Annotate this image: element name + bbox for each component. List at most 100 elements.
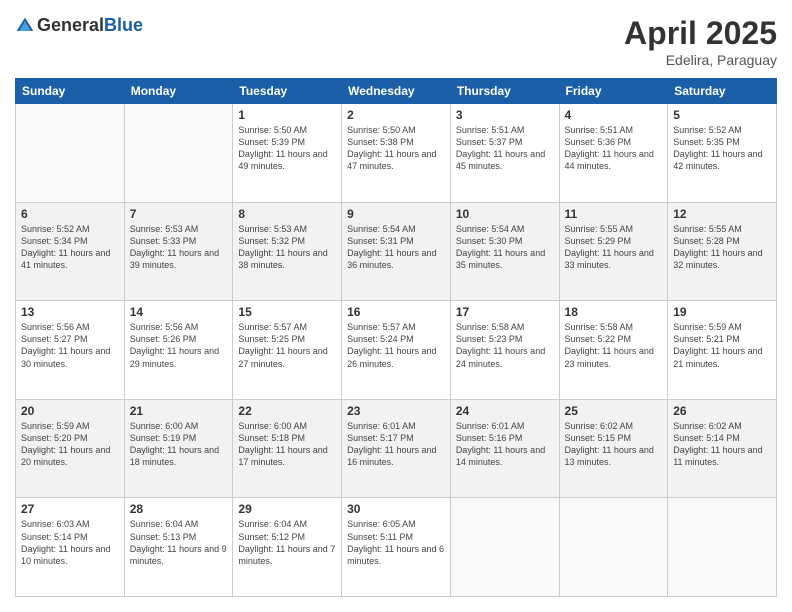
day-info: Sunrise: 5:52 AMSunset: 5:34 PMDaylight:… xyxy=(21,224,110,270)
logo-icon xyxy=(15,16,35,36)
month-title: April 2025 xyxy=(624,15,777,52)
calendar-cell xyxy=(124,104,233,203)
day-number: 5 xyxy=(673,108,771,122)
col-header-sunday: Sunday xyxy=(16,79,125,104)
day-info: Sunrise: 5:58 AMSunset: 5:22 PMDaylight:… xyxy=(565,322,654,368)
day-info: Sunrise: 5:51 AMSunset: 5:36 PMDaylight:… xyxy=(565,125,654,171)
day-number: 13 xyxy=(21,305,119,319)
day-number: 25 xyxy=(565,404,663,418)
day-number: 28 xyxy=(130,502,228,516)
day-info: Sunrise: 5:58 AMSunset: 5:23 PMDaylight:… xyxy=(456,322,545,368)
day-number: 26 xyxy=(673,404,771,418)
calendar-cell: 7 Sunrise: 5:53 AMSunset: 5:33 PMDayligh… xyxy=(124,202,233,301)
day-number: 22 xyxy=(238,404,336,418)
logo-general: General xyxy=(37,15,104,36)
day-number: 11 xyxy=(565,207,663,221)
col-header-wednesday: Wednesday xyxy=(342,79,451,104)
calendar-cell: 24 Sunrise: 6:01 AMSunset: 5:16 PMDaylig… xyxy=(450,399,559,498)
day-number: 24 xyxy=(456,404,554,418)
logo: General Blue xyxy=(15,15,143,36)
day-number: 29 xyxy=(238,502,336,516)
day-number: 20 xyxy=(21,404,119,418)
calendar-cell: 28 Sunrise: 6:04 AMSunset: 5:13 PMDaylig… xyxy=(124,498,233,597)
location-title: Edelira, Paraguay xyxy=(624,52,777,68)
calendar-cell xyxy=(559,498,668,597)
day-info: Sunrise: 5:59 AMSunset: 5:21 PMDaylight:… xyxy=(673,322,762,368)
calendar-table: SundayMondayTuesdayWednesdayThursdayFrid… xyxy=(15,78,777,597)
day-number: 19 xyxy=(673,305,771,319)
calendar-cell: 3 Sunrise: 5:51 AMSunset: 5:37 PMDayligh… xyxy=(450,104,559,203)
page: General Blue April 2025 Edelira, Paragua… xyxy=(0,0,792,612)
calendar-cell: 1 Sunrise: 5:50 AMSunset: 5:39 PMDayligh… xyxy=(233,104,342,203)
day-info: Sunrise: 6:01 AMSunset: 5:16 PMDaylight:… xyxy=(456,421,545,467)
calendar-cell: 15 Sunrise: 5:57 AMSunset: 5:25 PMDaylig… xyxy=(233,301,342,400)
day-number: 9 xyxy=(347,207,445,221)
day-info: Sunrise: 5:54 AMSunset: 5:30 PMDaylight:… xyxy=(456,224,545,270)
day-info: Sunrise: 5:59 AMSunset: 5:20 PMDaylight:… xyxy=(21,421,110,467)
calendar-cell: 10 Sunrise: 5:54 AMSunset: 5:30 PMDaylig… xyxy=(450,202,559,301)
calendar-cell: 12 Sunrise: 5:55 AMSunset: 5:28 PMDaylig… xyxy=(668,202,777,301)
day-number: 4 xyxy=(565,108,663,122)
day-info: Sunrise: 5:55 AMSunset: 5:29 PMDaylight:… xyxy=(565,224,654,270)
calendar-cell: 18 Sunrise: 5:58 AMSunset: 5:22 PMDaylig… xyxy=(559,301,668,400)
calendar-cell: 23 Sunrise: 6:01 AMSunset: 5:17 PMDaylig… xyxy=(342,399,451,498)
day-number: 27 xyxy=(21,502,119,516)
calendar-cell: 9 Sunrise: 5:54 AMSunset: 5:31 PMDayligh… xyxy=(342,202,451,301)
day-number: 10 xyxy=(456,207,554,221)
day-info: Sunrise: 5:55 AMSunset: 5:28 PMDaylight:… xyxy=(673,224,762,270)
calendar-cell xyxy=(450,498,559,597)
day-number: 12 xyxy=(673,207,771,221)
calendar-cell: 25 Sunrise: 6:02 AMSunset: 5:15 PMDaylig… xyxy=(559,399,668,498)
calendar-cell: 8 Sunrise: 5:53 AMSunset: 5:32 PMDayligh… xyxy=(233,202,342,301)
logo-blue: Blue xyxy=(104,15,143,36)
calendar-cell: 19 Sunrise: 5:59 AMSunset: 5:21 PMDaylig… xyxy=(668,301,777,400)
day-number: 23 xyxy=(347,404,445,418)
calendar-cell: 11 Sunrise: 5:55 AMSunset: 5:29 PMDaylig… xyxy=(559,202,668,301)
calendar-cell: 4 Sunrise: 5:51 AMSunset: 5:36 PMDayligh… xyxy=(559,104,668,203)
calendar-cell: 2 Sunrise: 5:50 AMSunset: 5:38 PMDayligh… xyxy=(342,104,451,203)
col-header-monday: Monday xyxy=(124,79,233,104)
day-info: Sunrise: 5:52 AMSunset: 5:35 PMDaylight:… xyxy=(673,125,762,171)
day-number: 16 xyxy=(347,305,445,319)
calendar-cell: 5 Sunrise: 5:52 AMSunset: 5:35 PMDayligh… xyxy=(668,104,777,203)
day-number: 7 xyxy=(130,207,228,221)
calendar-cell: 22 Sunrise: 6:00 AMSunset: 5:18 PMDaylig… xyxy=(233,399,342,498)
col-header-saturday: Saturday xyxy=(668,79,777,104)
day-number: 8 xyxy=(238,207,336,221)
calendar-cell: 16 Sunrise: 5:57 AMSunset: 5:24 PMDaylig… xyxy=(342,301,451,400)
day-info: Sunrise: 6:05 AMSunset: 5:11 PMDaylight:… xyxy=(347,519,444,565)
day-number: 17 xyxy=(456,305,554,319)
calendar-cell: 6 Sunrise: 5:52 AMSunset: 5:34 PMDayligh… xyxy=(16,202,125,301)
day-info: Sunrise: 5:50 AMSunset: 5:39 PMDaylight:… xyxy=(238,125,327,171)
day-number: 18 xyxy=(565,305,663,319)
day-info: Sunrise: 5:56 AMSunset: 5:26 PMDaylight:… xyxy=(130,322,219,368)
day-info: Sunrise: 6:00 AMSunset: 5:18 PMDaylight:… xyxy=(238,421,327,467)
col-header-tuesday: Tuesday xyxy=(233,79,342,104)
col-header-friday: Friday xyxy=(559,79,668,104)
day-number: 30 xyxy=(347,502,445,516)
day-info: Sunrise: 6:03 AMSunset: 5:14 PMDaylight:… xyxy=(21,519,110,565)
day-number: 1 xyxy=(238,108,336,122)
calendar-cell xyxy=(16,104,125,203)
calendar-cell: 26 Sunrise: 6:02 AMSunset: 5:14 PMDaylig… xyxy=(668,399,777,498)
day-number: 21 xyxy=(130,404,228,418)
day-info: Sunrise: 6:04 AMSunset: 5:12 PMDaylight:… xyxy=(238,519,335,565)
day-info: Sunrise: 5:50 AMSunset: 5:38 PMDaylight:… xyxy=(347,125,436,171)
calendar-cell: 13 Sunrise: 5:56 AMSunset: 5:27 PMDaylig… xyxy=(16,301,125,400)
calendar-cell: 30 Sunrise: 6:05 AMSunset: 5:11 PMDaylig… xyxy=(342,498,451,597)
calendar-cell: 29 Sunrise: 6:04 AMSunset: 5:12 PMDaylig… xyxy=(233,498,342,597)
day-info: Sunrise: 6:00 AMSunset: 5:19 PMDaylight:… xyxy=(130,421,219,467)
day-info: Sunrise: 5:57 AMSunset: 5:25 PMDaylight:… xyxy=(238,322,327,368)
day-number: 3 xyxy=(456,108,554,122)
day-info: Sunrise: 6:04 AMSunset: 5:13 PMDaylight:… xyxy=(130,519,227,565)
day-number: 14 xyxy=(130,305,228,319)
day-info: Sunrise: 5:57 AMSunset: 5:24 PMDaylight:… xyxy=(347,322,436,368)
day-info: Sunrise: 5:53 AMSunset: 5:33 PMDaylight:… xyxy=(130,224,219,270)
day-info: Sunrise: 5:56 AMSunset: 5:27 PMDaylight:… xyxy=(21,322,110,368)
calendar-cell: 14 Sunrise: 5:56 AMSunset: 5:26 PMDaylig… xyxy=(124,301,233,400)
day-number: 6 xyxy=(21,207,119,221)
col-header-thursday: Thursday xyxy=(450,79,559,104)
day-info: Sunrise: 5:51 AMSunset: 5:37 PMDaylight:… xyxy=(456,125,545,171)
day-info: Sunrise: 6:01 AMSunset: 5:17 PMDaylight:… xyxy=(347,421,436,467)
header: General Blue April 2025 Edelira, Paragua… xyxy=(15,15,777,68)
